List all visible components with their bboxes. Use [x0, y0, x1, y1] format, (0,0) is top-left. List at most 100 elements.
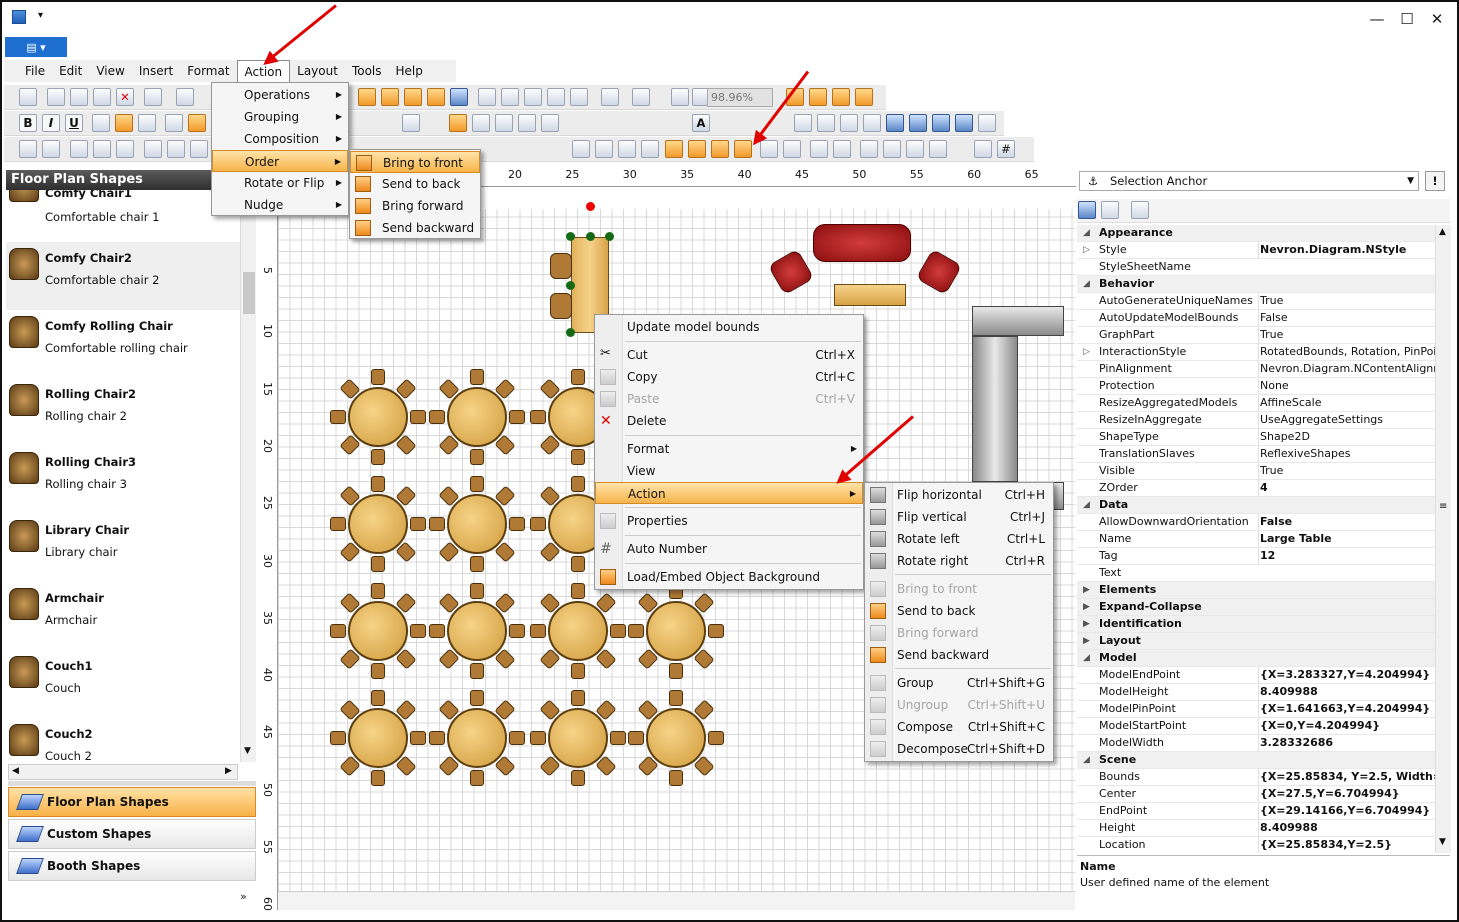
paste-icon[interactable] [93, 88, 111, 106]
copy-icon[interactable] [70, 88, 88, 106]
menu-item-send-to-back[interactable]: Send to back [350, 173, 480, 195]
chair-shape[interactable] [330, 517, 346, 531]
property-row[interactable]: Bounds {X=25.85834, Y=2.5, Width=3.2 [1077, 769, 1435, 786]
property-category[interactable]: ▶ Elements [1077, 582, 1435, 599]
chair-shape[interactable] [410, 731, 426, 745]
menu-item-load-embed-background[interactable]: Load/Embed Object Background [595, 566, 863, 588]
property-row[interactable]: Visible True [1077, 463, 1435, 480]
property-category[interactable]: ◢ Behavior [1077, 276, 1435, 293]
group-floor-plan-shapes[interactable]: Floor Plan Shapes [8, 787, 256, 817]
page-icon[interactable] [832, 88, 850, 106]
menu-item-auto-number[interactable]: # Auto Number [595, 538, 863, 560]
chair-shape[interactable] [610, 624, 626, 638]
property-row[interactable]: Center {X=27.5,Y=6.704994} [1077, 786, 1435, 803]
arc-tool-icon[interactable] [518, 114, 536, 132]
expand-icon[interactable]: ▷ [1083, 344, 1090, 360]
snap-icon[interactable] [19, 140, 37, 158]
group-booth-shapes[interactable]: Booth Shapes [8, 851, 256, 881]
round-table-shape[interactable] [548, 601, 608, 661]
alphabetical-icon[interactable] [1101, 201, 1119, 219]
monitor-icon[interactable] [450, 88, 468, 106]
shape-item[interactable]: Comfy Rolling Chair Comfortable rolling c… [6, 310, 240, 378]
property-value[interactable]: AffineScale [1258, 395, 1435, 411]
undo-icon[interactable] [144, 88, 162, 106]
scrollbar-thumb[interactable] [243, 272, 255, 314]
menu-tools[interactable]: Tools [345, 60, 389, 82]
shapes-scrollbar[interactable]: ▼ [240, 190, 256, 762]
menu-item-ungroup[interactable]: Ungroup Ctrl+Shift+U [865, 694, 1053, 716]
align-left-icon[interactable] [92, 114, 110, 132]
selection-icon[interactable] [404, 88, 422, 106]
flip-vertical-icon[interactable] [595, 140, 613, 158]
property-category[interactable]: ◢ Appearance [1077, 225, 1435, 242]
chair-shape[interactable] [371, 583, 385, 599]
property-value[interactable]: 8.409988 [1258, 684, 1435, 700]
collapse-icon[interactable]: ◢ [1083, 497, 1090, 513]
expand-icon[interactable]: ▶ [1083, 633, 1090, 649]
chair-shape[interactable] [669, 663, 683, 679]
property-category[interactable]: ◢ Data [1077, 497, 1435, 514]
align-middle-icon[interactable] [188, 114, 206, 132]
pointer-tool-icon[interactable] [449, 114, 467, 132]
distribute-2-icon[interactable] [93, 140, 111, 158]
property-value[interactable]: {X=0,Y=4.204994} [1258, 718, 1435, 734]
property-value[interactable]: {X=3.283327,Y=4.204994} [1258, 667, 1435, 683]
background-image-icon[interactable] [974, 140, 992, 158]
property-row[interactable]: Tag 12 [1077, 548, 1435, 565]
menu-help[interactable]: Help [389, 60, 430, 82]
menu-item-copy[interactable]: Copy Ctrl+C [595, 366, 863, 388]
property-row[interactable]: ModelHeight 8.409988 [1077, 684, 1435, 701]
property-value[interactable]: True [1258, 327, 1435, 343]
snap-grid-icon[interactable] [601, 88, 619, 106]
menu-item-properties[interactable]: Properties [595, 510, 863, 532]
menu-item-view[interactable]: View [595, 460, 863, 482]
property-row[interactable]: ModelWidth 3.28332686 [1077, 735, 1435, 752]
chair-shape[interactable] [628, 624, 644, 638]
round-table-shape[interactable] [348, 387, 408, 447]
scroll-right-icon[interactable]: ▶ [225, 766, 232, 776]
round-table-shape[interactable] [646, 601, 706, 661]
bold-button[interactable]: B [19, 114, 37, 132]
selection-handle[interactable] [566, 328, 575, 337]
align-top-icon[interactable] [165, 114, 183, 132]
lightning-icon[interactable] [402, 114, 420, 132]
chair-shape[interactable] [571, 583, 585, 599]
property-row[interactable]: TranslationSlaves ReflexiveShapes [1077, 446, 1435, 463]
shape-item[interactable]: Armchair Armchair [6, 582, 240, 650]
round-table-shape[interactable] [348, 494, 408, 554]
decompose-icon[interactable] [833, 140, 851, 158]
chair-shape[interactable] [371, 690, 385, 706]
menu-item-rotate-or-flip[interactable]: Rotate or Flip ▶ [212, 172, 348, 194]
property-pages-icon[interactable] [1131, 201, 1149, 219]
flip-horizontal-icon[interactable] [572, 140, 590, 158]
selection-handle[interactable] [605, 232, 614, 241]
grid-icon[interactable] [570, 88, 588, 106]
chair-shape[interactable] [470, 449, 484, 465]
menu-item-nudge[interactable]: Nudge ▶ [212, 194, 348, 216]
property-row[interactable]: GraphPart True [1077, 327, 1435, 344]
round-table-shape[interactable] [447, 601, 507, 661]
menu-item-format[interactable]: Format ▶ [595, 438, 863, 460]
curve-tool-icon[interactable] [541, 114, 559, 132]
chair-shape[interactable] [330, 731, 346, 745]
chair-shape[interactable] [571, 476, 585, 492]
no-page-icon[interactable] [855, 88, 873, 106]
menu-item-rotate-right[interactable]: Rotate right Ctrl+R [865, 550, 1053, 572]
round-table-shape[interactable] [447, 387, 507, 447]
chair-shape[interactable] [628, 731, 644, 745]
menu-item-flip-vertical[interactable]: Flip vertical Ctrl+J [865, 506, 1053, 528]
menu-item-order[interactable]: Order ▶ [212, 150, 348, 172]
panel-splitter[interactable] [8, 781, 256, 786]
expand-icon[interactable]: ▶ [1083, 616, 1090, 632]
chair-shape[interactable] [470, 583, 484, 599]
chair-shape[interactable] [610, 731, 626, 745]
ellipse-tool-icon[interactable] [495, 114, 513, 132]
chair-shape[interactable] [470, 663, 484, 679]
property-value[interactable]: {X=27.5,Y=6.704994} [1258, 786, 1435, 802]
shape-item[interactable]: Library Chair Library chair [6, 514, 240, 582]
property-value[interactable]: {X=25.85834,Y=2.5} [1258, 837, 1435, 853]
property-value[interactable]: None [1258, 378, 1435, 394]
chair-shape[interactable] [708, 731, 724, 745]
underline-button[interactable]: U [65, 114, 83, 132]
rotate-left-icon[interactable] [618, 140, 636, 158]
